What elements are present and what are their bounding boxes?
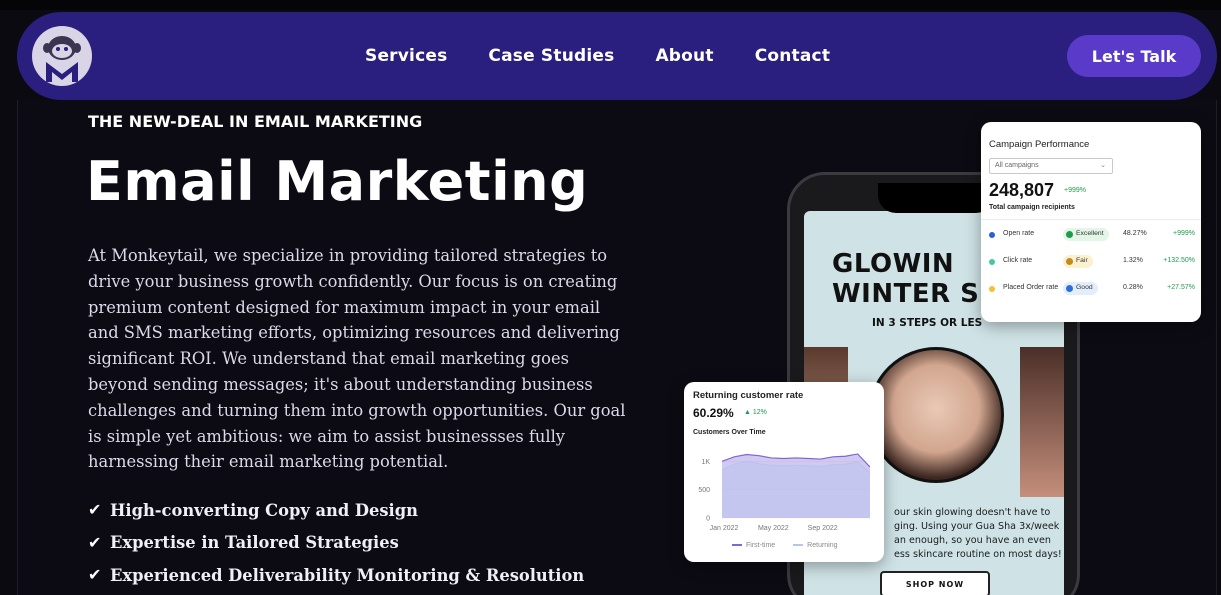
card-title: Campaign Performance [989, 139, 1090, 150]
campaign-performance-card: Campaign Performance All campaigns ⌄ 248… [981, 122, 1201, 322]
metric-row-open: Open rate Excellent 48.27% +999% [989, 228, 1195, 242]
x-tick-label: May 2022 [758, 525, 789, 532]
check-icon [1066, 285, 1073, 292]
main-nav: Services Case Studies About Contact [365, 46, 871, 66]
series-area-returning [722, 461, 870, 518]
list-item: ✔ Experienced Deliverability Monitoring … [88, 559, 584, 592]
promo-image-face [868, 347, 1004, 483]
y-tick-label: 500 [698, 487, 710, 494]
status-badge: Good [1063, 282, 1098, 295]
returning-customer-card: Returning customer rate 60.29% ▲ 12% Cus… [684, 382, 884, 562]
returning-rate-delta: ▲ 12% [744, 409, 767, 416]
chart-title: Customers Over Time [693, 429, 766, 436]
page-title: Email Marketing [86, 150, 589, 213]
status-badge: Excellent [1063, 228, 1109, 241]
checkmark-icon: ✔ [88, 534, 102, 552]
promo-image-right [1020, 347, 1064, 497]
metric-row-order: Placed Order rate Good 0.28% +27.57% [989, 282, 1195, 296]
total-recipients-value: 248,807 [989, 180, 1055, 200]
metric-label: Placed Order rate [1003, 284, 1059, 291]
series-dot [989, 259, 995, 265]
shop-now-button[interactable]: SHOP NOW [880, 571, 990, 595]
legend-item-returning: Returning [793, 542, 838, 549]
alert-icon [1066, 258, 1073, 265]
navbar: Services Case Studies About Contact Let'… [17, 12, 1217, 100]
metric-delta: +27.57% [1167, 284, 1195, 291]
nav-case-studies[interactable]: Case Studies [488, 46, 614, 66]
checkmark-icon: ✔ [88, 567, 102, 585]
nav-services[interactable]: Services [365, 46, 447, 66]
status-badge: Fair [1063, 255, 1093, 268]
metric-label: Open rate [1003, 230, 1035, 237]
chevron-down-icon: ⌄ [1100, 162, 1106, 169]
checkmark-icon: ✔ [88, 502, 102, 520]
lets-talk-button[interactable]: Let's Talk [1067, 35, 1201, 77]
promo-body: our skin glowing doesn't have to ging. U… [894, 507, 1062, 560]
divider [981, 219, 1201, 220]
metric-value: 48.27% [1123, 230, 1147, 237]
returning-rate-value: 60.29% [693, 406, 734, 420]
feature-text: Expertise in Tailored Strategies [110, 533, 399, 553]
metric-label: Click rate [1003, 257, 1033, 264]
feature-list: ✔ High-converting Copy and Design ✔ Expe… [88, 494, 584, 592]
phone-notch [878, 183, 994, 213]
nav-contact[interactable]: Contact [755, 46, 830, 66]
legend-item-first-time: First-time [732, 542, 775, 549]
promo-subtitle: IN 3 STEPS OR LES [872, 317, 983, 329]
hero-body: At Monkeytail, we specialize in providin… [88, 246, 626, 472]
customers-over-time-chart: 0 500 1K Jan 2022 May 2022 Sep 2022 [698, 453, 871, 532]
y-tick-label: 1K [701, 459, 710, 466]
feature-text: Experienced Deliverability Monitoring & … [110, 565, 585, 585]
campaign-select[interactable]: All campaigns ⌄ [989, 158, 1113, 174]
series-dot [989, 232, 995, 238]
monkeytail-logo[interactable] [32, 26, 92, 86]
x-tick-label: Sep 2022 [808, 525, 838, 532]
feature-text: High-converting Copy and Design [110, 500, 418, 520]
series-dot [989, 286, 995, 292]
metric-row-click: Click rate Fair 1.32% +132.50% [989, 255, 1195, 269]
nav-about[interactable]: About [655, 46, 713, 66]
metric-value: 0.28% [1123, 284, 1143, 291]
total-recipients-label: Total campaign recipients [989, 204, 1075, 211]
x-tick-label: Jan 2022 [710, 525, 739, 532]
list-item: ✔ Expertise in Tailored Strategies [88, 527, 584, 560]
check-icon [1066, 231, 1073, 238]
metric-value: 1.32% [1123, 257, 1143, 264]
card-title: Returning customer rate [693, 390, 804, 401]
total-recipients-delta: +999% [1064, 187, 1086, 194]
top-strip [0, 0, 1221, 10]
chart-legend: First-time Returning [732, 542, 838, 549]
list-item: ✔ High-converting Copy and Design [88, 494, 584, 527]
campaign-select-value: All campaigns [995, 162, 1039, 169]
metric-delta: +132.50% [1163, 257, 1195, 264]
y-tick-label: 0 [706, 516, 710, 523]
hero-eyebrow: THE NEW-DEAL IN EMAIL MARKETING [88, 112, 423, 131]
metric-delta: +999% [1173, 230, 1195, 237]
